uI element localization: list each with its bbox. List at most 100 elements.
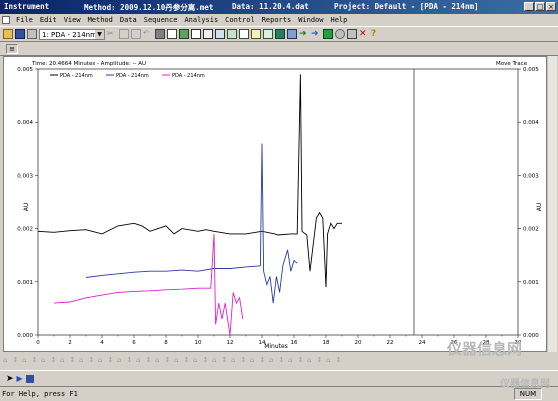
annotation-tool-icon: ↕: [108, 356, 114, 364]
plot-header-left: Time: 20.4664 Minutes - Amplitude: -- AU: [31, 61, 146, 67]
close-button[interactable]: ×: [546, 2, 556, 11]
x-tick-label: 18: [323, 340, 330, 346]
menu-data[interactable]: Data: [119, 16, 138, 24]
grid-view-icon[interactable]: [347, 29, 357, 39]
annotation-tool-icon: ⌂: [136, 356, 140, 364]
paste-icon[interactable]: [131, 29, 141, 39]
annotation-tool-icon: ↕: [127, 356, 133, 364]
chevron-down-icon[interactable]: ▼: [95, 29, 104, 39]
annotation-tool-icon: ↕: [70, 356, 76, 364]
x-tick-label: 12: [227, 340, 234, 346]
chromatogram-chart[interactable]: Time: 20.4664 Minutes - Amplitude: -- AU…: [4, 57, 546, 351]
menu-file[interactable]: File: [15, 16, 34, 24]
y-tick-label: 0.002: [17, 227, 33, 233]
report-icon[interactable]: [167, 29, 177, 39]
method-name: Method: 2009.12.10丹参分离.met: [84, 3, 214, 12]
integrate-icon[interactable]: [227, 29, 237, 39]
legend-label: PDA - 214nm: [172, 73, 205, 79]
cut-icon[interactable]: ✂: [107, 29, 117, 39]
project-name: Project: Default - [PDA - 214nm]: [334, 2, 479, 11]
y-tick-label-right: 0.004: [523, 120, 539, 126]
menu-analysis[interactable]: Analysis: [183, 16, 219, 24]
tools-icon[interactable]: ✕: [359, 29, 369, 39]
calibrate-icon[interactable]: [263, 29, 273, 39]
run-icon[interactable]: ➜: [299, 29, 309, 39]
vertical-scrollbar[interactable]: [547, 56, 557, 352]
zoom-icon[interactable]: [251, 29, 261, 39]
save-view-icon[interactable]: [25, 374, 34, 383]
menu-window[interactable]: Window: [297, 16, 324, 24]
annotation-tool-icon: ⌂: [193, 356, 197, 364]
annotation-tool-icon: ↕: [184, 356, 190, 364]
menu-reports[interactable]: Reports: [261, 16, 293, 24]
annotation-tool-icon: ⌂: [22, 356, 26, 364]
y-tick-label-right: 0.002: [523, 227, 539, 233]
instrument-icon[interactable]: [275, 29, 285, 39]
y-axis-label-right: AU: [536, 203, 543, 212]
table-icon[interactable]: [179, 29, 189, 39]
annotation-tool-icon: ⌂: [60, 356, 64, 364]
print-icon[interactable]: [27, 29, 37, 39]
annotation-tool-icon: ↕: [165, 356, 171, 364]
y-tick-label: 0.004: [17, 120, 33, 126]
stop-icon[interactable]: [335, 29, 345, 39]
data-file-name: Data: 11.20.4.dat: [232, 2, 309, 11]
method-icon[interactable]: [155, 29, 165, 39]
menu-sequence[interactable]: Sequence: [143, 16, 179, 24]
menu-edit[interactable]: Edit: [39, 16, 58, 24]
watermark-small: 仪器信息网: [500, 379, 550, 390]
next-icon[interactable]: ➜: [311, 29, 321, 39]
help-icon[interactable]: ?: [371, 29, 381, 39]
chart-doc-icon[interactable]: [2, 16, 10, 24]
annotation-tool-icon: ↕: [279, 356, 285, 364]
x-tick-label: 16: [291, 340, 298, 346]
annotation-tool-icon: ↕: [317, 356, 323, 364]
menu-help[interactable]: Help: [330, 16, 349, 24]
chart-icon[interactable]: [239, 29, 249, 39]
annotation-tool-icon: ⌂: [41, 356, 45, 364]
grid-icon[interactable]: [191, 29, 201, 39]
y-tick-label-right: 0.001: [523, 280, 539, 286]
y-tick-label: 0.005: [17, 67, 33, 73]
control-icon[interactable]: [323, 29, 333, 39]
sequence-icon[interactable]: [203, 29, 213, 39]
series-line: [37, 74, 342, 288]
series-line: [53, 233, 244, 336]
x-tick-label: 10: [195, 340, 202, 346]
annotation-icon[interactable]: ≡: [6, 44, 18, 54]
arrow-cursor-icon[interactable]: ➤: [6, 374, 14, 384]
list-icon[interactable]: [215, 29, 225, 39]
annotation-tool-icon: ⌂: [269, 356, 273, 364]
x-tick-label: 8: [164, 340, 168, 346]
chromatogram-plot[interactable]: Time: 20.4664 Minutes - Amplitude: -- AU…: [3, 56, 547, 352]
annotation-tool-icon: ⌂: [231, 356, 235, 364]
annotation-tool-icon: ↕: [298, 356, 304, 364]
status-bar: For Help, press F1 NUM: [0, 386, 558, 401]
x-tick-label: 2: [68, 340, 72, 346]
app-title: Instrument: [4, 2, 50, 11]
title-bar: Instrument Method: 2009.12.10丹参分离.met Da…: [0, 0, 558, 14]
annotation-tool-icon: ↕: [32, 356, 38, 364]
status-help-text: For Help, press F1: [2, 390, 78, 398]
view-toolbar: ➤ ▶: [0, 370, 558, 386]
save-icon[interactable]: [15, 29, 25, 39]
menu-method[interactable]: Method: [87, 16, 114, 24]
menu-view[interactable]: View: [63, 16, 82, 24]
annotation-tool-icon: ↕: [241, 356, 247, 364]
minimize-button[interactable]: _: [524, 2, 534, 11]
annotation-tool-icon: ↕: [222, 356, 228, 364]
menu-control[interactable]: Control: [224, 16, 256, 24]
maximize-button[interactable]: □: [535, 2, 545, 11]
channel-select[interactable]: 1: PDA - 214nm ▼: [39, 28, 105, 40]
annotation-tool-icon: ↕: [260, 356, 266, 364]
undo-icon[interactable]: ↶: [143, 29, 153, 39]
play-icon[interactable]: ▶: [17, 374, 23, 383]
annotation-tool-icon: ⌂: [79, 356, 83, 364]
y-tick-label: 0.003: [17, 173, 33, 179]
annotation-tool-icon: ⌂: [98, 356, 102, 364]
annotation-tool-icon: ⌂: [117, 356, 121, 364]
x-tick-label: 24: [419, 340, 426, 346]
open-folder-icon[interactable]: [3, 29, 13, 39]
image-icon[interactable]: [287, 29, 297, 39]
copy-icon[interactable]: [119, 29, 129, 39]
